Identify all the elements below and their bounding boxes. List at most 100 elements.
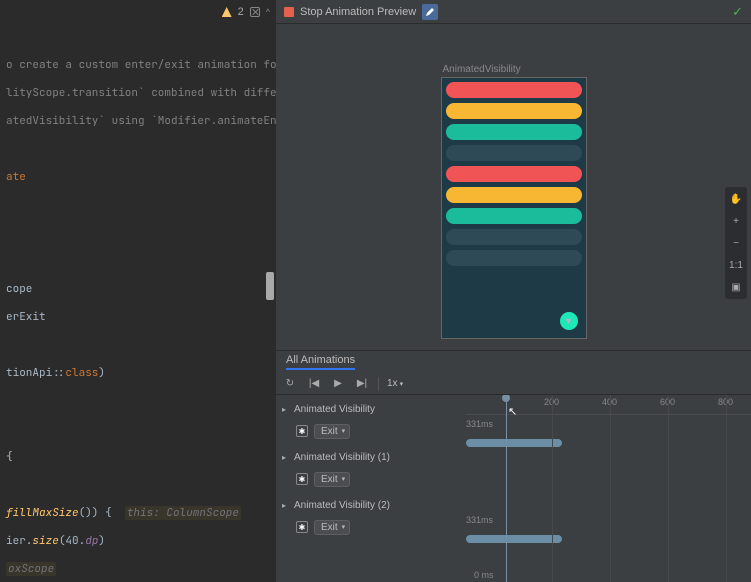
preview-toolbar: Stop Animation Preview ✓ [276,0,751,24]
editor-status-bar: 2 ^ [0,0,276,24]
track-list: ▸Animated Visibility✱Exit▾▸Animated Visi… [276,395,466,582]
preview-bar [446,187,582,203]
skip-end-icon[interactable]: ▶| [354,376,370,392]
brace: { [6,450,13,464]
chevron-down-icon: ▾ [342,523,346,531]
freeze-icon[interactable]: ✱ [296,425,308,437]
skip-start-icon[interactable]: |◀ [306,376,322,392]
fab-button[interactable]: ♥ [560,312,578,330]
zoom-out-icon[interactable]: − [728,235,744,251]
track-duration: 331ms [466,515,493,525]
code-editor[interactable]: o create a custom enter/exit animation f… [0,24,276,582]
track-name: Animated Visibility [294,404,375,415]
playhead-cursor: ↖ [508,405,517,418]
playhead[interactable] [506,395,507,582]
chevron-right-icon: ▸ [282,405,290,414]
doc-comment: atedVisibility` using `Modifier.animateE… [6,114,276,128]
track-header[interactable]: ▸ Animated Visibility [282,399,466,419]
code-text: ier. [6,534,32,548]
preview-bar [446,82,582,98]
preview-bar [446,208,582,224]
timeline-gridline [552,395,553,582]
scrollbar-thumb[interactable] [266,272,274,300]
loop-icon[interactable]: ↻ [282,376,298,392]
tab-all-animations[interactable]: All Animations [286,354,355,370]
edit-icon[interactable] [422,4,438,20]
zoom-reset-icon[interactable]: 1:1 [728,257,744,273]
animations-panel: All Animations ↻ |◀ ▶ ▶| 1x▾ ▸Animated V… [276,350,751,582]
inlay-hint: this: ColumnScope [125,506,241,520]
chevron-right-icon: ▸ [282,453,290,462]
state-value: Exit [321,474,338,485]
preview-surface[interactable]: AnimatedVisibility ♥ ✋ + − 1:1 ▣ [276,24,751,350]
heart-icon: ♥ [566,316,572,327]
track-state-row: ✱ Exit ▾ [282,419,466,443]
code-text: ) [98,534,105,548]
track-state-row: ✱ Exit ▾ [282,467,466,491]
track-clip[interactable] [466,439,562,447]
zoom-fit-icon[interactable]: ▣ [728,279,744,295]
tracks-area: ▸Animated Visibility✱Exit▾▸Animated Visi… [276,395,751,582]
chevron-down-icon: ▾ [342,475,346,483]
speed-selector[interactable]: 1x▾ [387,378,403,389]
track-clip[interactable] [466,535,562,543]
timeline-gridline [610,395,611,582]
caret-up-icon[interactable]: ^ [266,7,270,17]
doc-comment: lityScope.transition` combined with diff… [6,86,276,100]
keyword: ate [6,170,26,184]
track-row: 331ms [466,511,751,559]
toolbar-title: Stop Animation Preview [300,6,416,18]
ext-prop: dp [85,534,98,548]
track-header[interactable]: ▸ Animated Visibility (2) [282,495,466,515]
code-text: cope [6,282,32,296]
preview-bar [446,166,582,182]
device-frame: ♥ [441,77,587,339]
track-duration: 331ms [466,419,493,429]
preview-bar [446,250,582,266]
chevron-down-icon: ▾ [342,427,346,435]
track-state-row: ✱ Exit ▾ [282,515,466,539]
timeline[interactable]: 2004006008001000 ↖ 331ms331ms331ms 0 ms [466,395,751,582]
doc-comment: o create a custom enter/exit animation f… [6,58,276,72]
animation-controls: ↻ |◀ ▶ ▶| 1x▾ [276,373,751,395]
warning-icon [222,7,232,17]
animations-tab-bar: All Animations [276,351,751,373]
preview-title: AnimatedVisibility [441,64,587,75]
chevron-right-icon: ▸ [282,501,290,510]
freeze-icon[interactable]: ✱ [296,521,308,533]
freeze-icon[interactable]: ✱ [296,473,308,485]
function-call: fillMaxSize [6,506,79,520]
track-name: Animated Visibility (2) [294,500,390,511]
stop-icon[interactable] [284,7,294,17]
state-dropdown[interactable]: Exit ▾ [314,472,350,487]
chevron-down-icon: ▾ [400,380,404,388]
state-dropdown[interactable]: Exit ▾ [314,520,350,535]
warning-count: 2 [238,6,244,18]
preview-device: AnimatedVisibility ♥ [441,64,587,339]
timeline-gridline [726,395,727,582]
play-icon[interactable]: ▶ [330,376,346,392]
preview-bar [446,124,582,140]
close-hints-icon[interactable] [250,7,260,17]
timeline-gridline [668,395,669,582]
state-value: Exit [321,426,338,437]
state-dropdown[interactable]: Exit ▾ [314,424,350,439]
pan-hand-icon[interactable]: ✋ [728,191,744,207]
function-call: size [32,534,58,548]
zoom-in-icon[interactable]: + [728,213,744,229]
status-ok-icon: ✓ [732,4,743,20]
code-text: erExit [6,310,46,324]
track-row: 331ms [466,415,751,463]
preview-bar [446,229,582,245]
code-text: tionApi:: [6,366,65,380]
preview-bar [446,145,582,161]
inlay-hint: oxScope [6,562,56,576]
code-text: (40. [59,534,85,548]
time-indicator: 0 ms [474,570,494,580]
track-header[interactable]: ▸Animated Visibility (1) [282,447,466,467]
zoom-tools: ✋ + − 1:1 ▣ [725,187,747,299]
state-value: Exit [321,522,338,533]
keyword: class [65,366,98,380]
preview-bar [446,103,582,119]
speed-value: 1x [387,378,398,389]
